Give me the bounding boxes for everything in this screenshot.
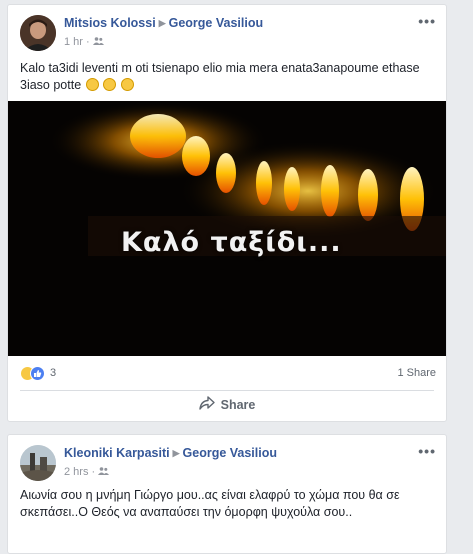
post-card: Mitsios Kolossi ▶ George Vasiliou 1 hr · ••… <box>7 4 447 422</box>
meta-separator: · <box>85 36 90 48</box>
post-header-names: Kleoniki Karpasiti ▶ George Vasiliou <box>64 446 277 460</box>
shared-to-arrow-icon: ▶ <box>172 448 180 458</box>
recipient-name-link[interactable]: George Vasiliou <box>183 446 277 460</box>
photo-caption-text: Καλό ταξίδι... <box>121 227 342 258</box>
like-reaction-icon <box>30 366 45 381</box>
post-options-button[interactable]: ••• <box>418 444 436 458</box>
crying-face-icon <box>103 78 117 91</box>
sad-face-icon <box>85 78 99 91</box>
author-avatar[interactable] <box>20 15 56 51</box>
avatar-photo-icon <box>20 445 56 481</box>
post-card: Kleoniki Karpasiti ▶ George Vasiliou 2 hrs… <box>7 434 447 554</box>
post-body: Kalo ta3idi leventi m oti tsienapo elio … <box>20 61 420 92</box>
share-arrow-icon <box>198 396 215 413</box>
post-timestamp[interactable]: 2 hrs <box>64 466 88 478</box>
loudly-crying-face-icon <box>120 78 134 91</box>
author-name-link[interactable]: Kleoniki Karpasiti <box>64 446 170 460</box>
author-avatar[interactable] <box>20 445 56 481</box>
post-options-button[interactable]: ••• <box>418 14 436 28</box>
post-meta: 2 hrs · <box>64 466 110 478</box>
post-meta: 1 hr · <box>64 36 104 48</box>
post-body: Αιωνία σου η μνήμη Γιώργο μου..ας είναι … <box>20 488 400 519</box>
share-button-content: Share <box>198 396 256 413</box>
reaction-count: 3 <box>50 367 57 379</box>
friends-audience-icon[interactable] <box>98 466 110 478</box>
post-photo[interactable]: Καλό ταξίδι... <box>8 101 446 356</box>
share-button[interactable]: Share <box>8 396 446 418</box>
post-text: Kalo ta3idi leventi m oti tsienapo elio … <box>20 60 436 94</box>
post-timestamp[interactable]: 1 hr <box>64 36 83 48</box>
avatar-photo-icon <box>20 15 56 51</box>
author-name-link[interactable]: Mitsios Kolossi <box>64 16 156 30</box>
meta-separator: · <box>91 466 96 478</box>
shared-to-arrow-icon: ▶ <box>158 18 166 28</box>
action-divider <box>20 390 434 391</box>
share-count-link[interactable]: 1 Share <box>397 367 436 379</box>
share-label: Share <box>220 397 256 412</box>
recipient-name-link[interactable]: George Vasiliou <box>169 16 263 30</box>
friends-audience-icon[interactable] <box>92 36 104 48</box>
post-header-names: Mitsios Kolossi ▶ George Vasiliou <box>64 16 263 30</box>
